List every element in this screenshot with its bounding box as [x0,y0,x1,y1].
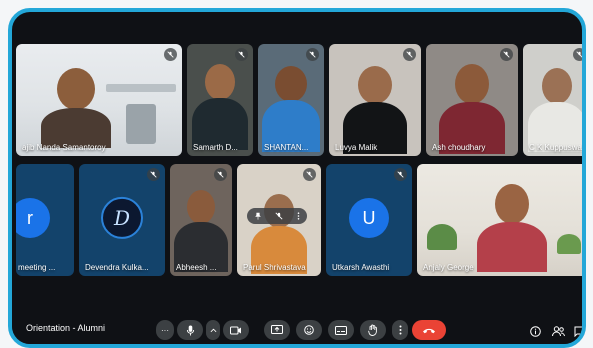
avatar: D [101,196,143,239]
mic-off-icon [306,48,319,61]
tile-hover-controls [247,208,307,224]
participant-name: Parul Shrivastava [243,263,306,272]
emoji-button[interactable] [296,320,322,340]
participant-tile[interactable]: C K Kuppuswa... [523,44,586,156]
more-options-button[interactable] [392,320,408,340]
captions-icon [335,325,347,335]
meeting-title: Orientation - Alumni [26,323,106,333]
participant-name: meeting ... [18,263,56,272]
avatar: r [16,198,50,238]
ellipsis-icon: ··· [161,325,169,335]
meeting-details-button[interactable] [530,324,541,342]
camera-options-button[interactable] [206,320,220,340]
mic-off-icon [147,168,160,181]
mic-off-icon [214,168,227,181]
participant-tile[interactable]: ajib Nanda Samantoroy [16,44,182,156]
participant-name: ajib Nanda Samantoroy [22,143,106,152]
mic-off-icon [164,48,177,61]
raise-hand-button[interactable] [360,320,386,340]
present-button[interactable] [264,320,290,340]
mic-off-icon [573,48,582,61]
participant-tile[interactable]: Ash choudhary [426,44,518,156]
leave-call-button[interactable] [412,320,446,340]
more-icon[interactable] [297,207,300,225]
mic-off-icon [303,168,316,181]
participant-tile[interactable]: SHANTAN... [258,44,324,156]
participant-name: C K Kuppuswa... [529,143,586,152]
chevron-up-icon [210,328,216,332]
participant-tile[interactable]: D Devendra Kulka... [79,164,165,276]
mic-icon [186,325,194,335]
control-bar: Orientation - Alumni ··· [12,314,582,344]
pin-icon[interactable] [254,207,262,225]
avatar: U [349,198,389,238]
emoji-icon [304,325,314,335]
participant-name: Luvya Malik [335,143,378,152]
camera-icon [230,326,241,334]
mic-off-icon [235,48,248,61]
participant-tile[interactable]: Anjaly George [417,164,582,276]
mic-off-icon[interactable] [275,207,284,225]
present-icon [271,325,283,334]
participant-name: Ash choudhary [432,143,486,152]
participant-tile[interactable]: Parul Shrivastava [237,164,321,276]
participant-name: SHANTAN... [264,143,309,152]
participant-name: Utkarsh Awasthi [332,263,390,272]
participant-name: Abheesh ... [176,263,217,272]
participant-tile[interactable]: Luvya Malik [329,44,421,156]
participant-grid: ajib Nanda Samantoroy Samarth D... SHANT… [12,12,582,344]
more-reactions-button[interactable]: ··· [156,320,174,340]
people-button[interactable]: 12 [552,324,565,342]
chat-icon [574,326,582,338]
info-icon [530,326,541,337]
more-icon [399,325,401,335]
raise-hand-icon [368,324,377,336]
captions-button[interactable] [328,320,354,340]
participant-tile[interactable]: Abheesh ... [170,164,232,276]
camera-button[interactable] [223,320,249,340]
participant-name: Samarth D... [193,143,238,152]
mic-off-icon [403,48,416,61]
meeting-window: ajib Nanda Samantoroy Samarth D... SHANT… [8,8,586,348]
chat-button[interactable] [574,324,582,342]
hangup-icon [423,328,435,333]
mic-button[interactable] [177,320,203,340]
participant-tile[interactable]: U Utkarsh Awasthi [326,164,412,276]
mic-off-icon [500,48,513,61]
participant-tile[interactable]: Samarth D... [187,44,253,156]
mic-off-icon [394,168,407,181]
people-icon [552,326,565,337]
participant-tile[interactable]: r meeting ... [16,164,74,276]
participant-name: Anjaly George [423,263,474,272]
participant-name: Devendra Kulka... [85,263,149,272]
